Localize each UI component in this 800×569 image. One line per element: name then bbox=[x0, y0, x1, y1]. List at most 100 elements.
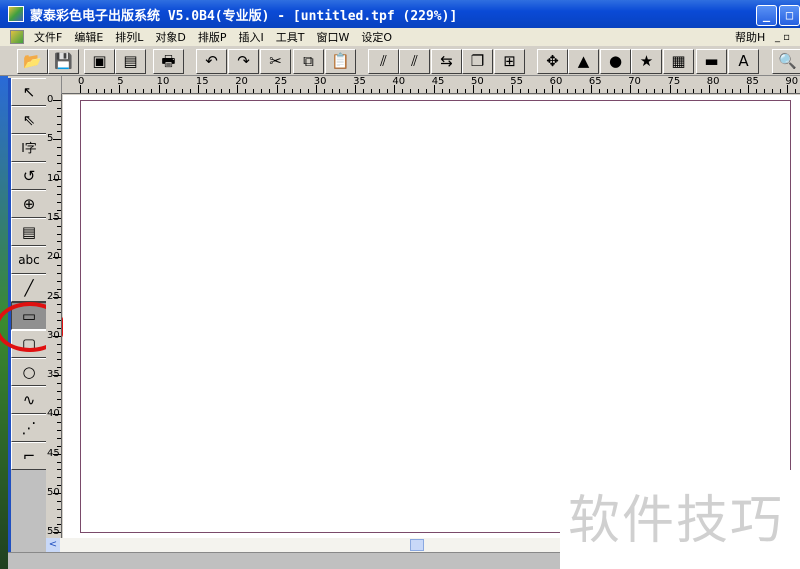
select-tool[interactable]: ↖ bbox=[11, 78, 47, 106]
ruler-tick bbox=[57, 272, 61, 274]
ruler-tick bbox=[57, 406, 61, 408]
align-button[interactable]: ⇆ bbox=[431, 49, 462, 74]
ruler-tick bbox=[57, 233, 61, 235]
maximize-button[interactable]: □ bbox=[779, 5, 800, 26]
ruler-tick bbox=[252, 89, 254, 93]
watermark: 软件技巧 bbox=[560, 470, 800, 569]
shapes-button[interactable]: ▲ bbox=[568, 49, 599, 74]
star-icon: ★ bbox=[639, 52, 654, 70]
layers-button[interactable]: ❐ bbox=[462, 49, 493, 74]
undo-button[interactable]: ↶ bbox=[196, 49, 227, 74]
ruler-label: 35 bbox=[47, 369, 60, 381]
ruler-tick bbox=[57, 500, 61, 502]
export-button[interactable]: ▤ bbox=[115, 49, 146, 74]
copy-button[interactable]: ⧉ bbox=[293, 49, 324, 74]
ruler-tick bbox=[57, 123, 61, 125]
ruler-tick bbox=[57, 225, 61, 227]
ruler-tick bbox=[57, 162, 61, 164]
ruler-label: 15 bbox=[195, 76, 209, 87]
rotate-tool[interactable]: ↺ bbox=[11, 162, 47, 190]
node-select-tool[interactable]: ⇖ bbox=[11, 106, 47, 134]
menu-help[interactable]: 帮助H bbox=[735, 29, 765, 45]
menu-item[interactable]: 编辑E bbox=[68, 29, 109, 45]
menu-item[interactable]: 窗口W bbox=[311, 29, 356, 45]
horizontal-ruler[interactable]: 0 5 10 15 20 25 30 35 40 45 50 55 60 65 70 75 80 85 90 bbox=[62, 76, 800, 94]
abc-text-tool[interactable]: abc bbox=[11, 246, 47, 274]
menu-item[interactable]: 设定O bbox=[355, 29, 398, 45]
send-backward-button[interactable]: ⫽ bbox=[399, 49, 430, 74]
ruler-tick bbox=[779, 89, 781, 93]
ruler-tick bbox=[417, 89, 419, 93]
ruler-tick bbox=[386, 89, 388, 93]
doc-minimize-button[interactable]: _ ▫ bbox=[775, 32, 790, 43]
cut-button[interactable]: ✂ bbox=[260, 49, 291, 74]
page[interactable] bbox=[80, 100, 791, 533]
connector-tool[interactable]: ⌐ bbox=[11, 442, 47, 470]
ruler-tick bbox=[57, 477, 61, 479]
line-tool[interactable]: ╱ bbox=[11, 274, 47, 302]
polyline-tool[interactable]: ⋰ bbox=[11, 414, 47, 442]
align-icon: ⇆ bbox=[440, 52, 453, 70]
text-tool[interactable]: I字 bbox=[11, 134, 47, 162]
ruler-label: 15 bbox=[47, 211, 60, 223]
ruler-tick bbox=[606, 89, 608, 93]
ruler-tick bbox=[362, 89, 364, 93]
ruler-tick bbox=[174, 89, 176, 93]
import-button[interactable]: ▣ bbox=[84, 49, 115, 74]
preview-button[interactable]: 🔍 bbox=[772, 49, 800, 74]
image-button[interactable]: ▬ bbox=[696, 49, 727, 74]
open-button[interactable]: 📂 bbox=[17, 49, 48, 74]
bring-forward-button[interactable]: ⫽ bbox=[368, 49, 399, 74]
ellipse-tool[interactable]: ○ bbox=[11, 358, 47, 386]
ruler-tick bbox=[57, 327, 61, 329]
menu-item[interactable]: 文件F bbox=[28, 29, 68, 45]
save-button[interactable]: 💾 bbox=[48, 49, 79, 74]
menu-item[interactable]: 工具T bbox=[270, 29, 311, 45]
ruler-tick bbox=[57, 516, 61, 518]
ruler-tick bbox=[57, 430, 61, 432]
scroll-left-button[interactable]: < bbox=[46, 538, 60, 552]
toolbar: 📂 💾 ▣ ▤ 🖶 ↶ ↷ ✂ ⧉ 📋 ⫽ ⫽ ⇆ ❐ ⊞ ✥ ▲ ● ★ ▦ ▬ A 🔍 bbox=[0, 47, 800, 76]
ruler-tick bbox=[57, 202, 61, 204]
ruler-label: 20 bbox=[235, 76, 248, 87]
preview-icon: 🔍 bbox=[778, 52, 797, 70]
open-icon: 📂 bbox=[23, 52, 42, 70]
ruler-tick bbox=[755, 89, 757, 93]
table-button[interactable]: A bbox=[728, 49, 759, 74]
horizontal-scrollbar[interactable]: < bbox=[46, 538, 560, 552]
redo-button[interactable]: ↷ bbox=[228, 49, 259, 74]
menu-item[interactable]: 插入I bbox=[233, 29, 270, 45]
ruler-label: 30 bbox=[47, 329, 60, 341]
star-button[interactable]: ★ bbox=[631, 49, 662, 74]
page-tool[interactable]: ▤ bbox=[11, 218, 47, 246]
ruler-tick bbox=[268, 89, 270, 93]
group-button[interactable]: ⊞ bbox=[494, 49, 525, 74]
print-button[interactable]: 🖶 bbox=[153, 49, 184, 74]
minimize-button[interactable]: _ bbox=[756, 5, 777, 26]
ruler-tick bbox=[221, 89, 223, 93]
ruler-tick bbox=[57, 422, 61, 424]
zoom-tool[interactable]: ⊕ bbox=[11, 190, 47, 218]
paste-button[interactable]: 📋 bbox=[325, 49, 356, 74]
ruler-tick bbox=[661, 89, 663, 93]
warp-button[interactable]: ▦ bbox=[663, 49, 694, 74]
ruler-tick bbox=[732, 89, 734, 93]
ruler-tick bbox=[190, 89, 192, 93]
curve-tool[interactable]: ∿ bbox=[11, 386, 47, 414]
ruler-tick bbox=[150, 89, 152, 93]
ruler-tick bbox=[260, 89, 262, 93]
scroll-thumb[interactable] bbox=[410, 539, 424, 551]
ruler-tick bbox=[457, 89, 459, 93]
group-icon: ⊞ bbox=[503, 52, 516, 70]
vertical-ruler[interactable]: 0 5 10 15 20 25 30 35 40 45 50 55 bbox=[46, 94, 62, 542]
ruler-tick bbox=[127, 89, 129, 93]
menu-item[interactable]: 对象D bbox=[149, 29, 191, 45]
menu-item[interactable]: 排版P bbox=[192, 29, 233, 45]
ruler-tick bbox=[182, 89, 184, 93]
move-button[interactable]: ✥ bbox=[537, 49, 568, 74]
ruler-tick bbox=[103, 89, 105, 93]
color-button[interactable]: ● bbox=[600, 49, 631, 74]
menu-item[interactable]: 排列L bbox=[109, 29, 149, 45]
cut-icon: ✂ bbox=[269, 52, 282, 70]
ruler-tick bbox=[535, 89, 537, 93]
